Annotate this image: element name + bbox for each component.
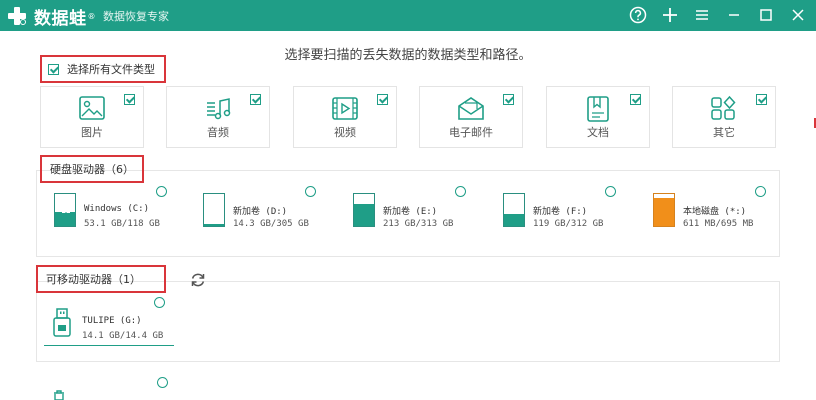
drive-name: 本地磁盘 (*:) — [683, 207, 747, 217]
drive-name: 新加卷 (F:) — [533, 207, 588, 217]
drive-size: 14.3 GB/305 GB — [233, 219, 309, 229]
file-type-label: 其它 — [713, 126, 735, 139]
title-bar: 数据蛙 ® 数据恢复专家 — [0, 0, 816, 31]
maximize-icon[interactable] — [756, 5, 776, 25]
drive-local[interactable]: 本地磁盘 (*:) 611 MB/695 MB — [653, 186, 793, 246]
selection-underline — [44, 345, 174, 346]
drive-radio[interactable] — [157, 377, 168, 388]
drive-name: 新加卷 (E:) — [383, 207, 438, 217]
drive-radio[interactable] — [305, 186, 316, 197]
drive-radio[interactable] — [455, 186, 466, 197]
drive-size: 611 MB/695 MB — [683, 219, 754, 229]
drive-size: 119 GB/312 GB — [533, 219, 604, 229]
email-checkbox[interactable] — [503, 94, 514, 105]
logo-cross-icon — [6, 5, 28, 27]
file-type-label: 文档 — [587, 126, 609, 139]
drive-icon — [503, 193, 525, 227]
hdd-section-header: 硬盘驱动器（6） — [40, 155, 144, 183]
file-type-other[interactable]: 其它 — [672, 86, 776, 148]
drive-size: 14.1 GB/14.4 GB — [82, 331, 164, 341]
select-all-label: 选择所有文件类型 — [67, 63, 155, 76]
minimize-icon[interactable] — [724, 5, 744, 25]
drive-icon — [353, 193, 375, 227]
trash-icon — [54, 390, 64, 400]
drive-radio-selected[interactable] — [154, 297, 165, 308]
drive-d[interactable]: 新加卷 (D:) 14.3 GB/305 GB — [203, 186, 343, 246]
windows-logo-icon — [62, 205, 70, 213]
usb-drive-icon — [53, 308, 71, 337]
drive-radio[interactable] — [755, 186, 766, 197]
video-checkbox[interactable] — [377, 94, 388, 105]
image-icon — [79, 96, 105, 120]
app-subtitle: 数据恢复专家 — [103, 10, 169, 23]
drive-name: 新加卷 (D:) — [233, 207, 288, 217]
document-checkbox[interactable] — [630, 94, 641, 105]
file-type-video[interactable]: 视频 — [293, 86, 397, 148]
removable-section-header: 可移动驱动器（1） — [36, 265, 166, 293]
logo-text: 数据蛙 — [34, 8, 87, 29]
file-type-label: 视频 — [334, 126, 356, 139]
refresh-icon[interactable] — [189, 271, 207, 289]
close-icon[interactable] — [788, 5, 808, 25]
drive-radio[interactable] — [605, 186, 616, 197]
email-icon — [458, 97, 484, 120]
help-icon[interactable] — [628, 5, 648, 25]
file-type-document[interactable]: 文档 — [546, 86, 650, 148]
drive-radio[interactable] — [156, 186, 167, 197]
file-type-audio[interactable]: 音频 — [166, 86, 270, 148]
other-icon — [711, 95, 736, 120]
file-type-label: 图片 — [81, 126, 103, 139]
document-icon — [587, 96, 609, 122]
drive-size: 53.1 GB/118 GB — [84, 219, 160, 229]
drive-icon — [653, 193, 675, 227]
select-all-file-types[interactable]: 选择所有文件类型 — [40, 55, 166, 83]
video-icon — [332, 97, 358, 120]
file-type-list: 图片 音频 视频 电子邮件 文档 其它 — [40, 86, 776, 148]
drive-name: TULIPE (G:) — [82, 316, 142, 326]
drive-name: Windows (C:) — [84, 204, 150, 214]
file-type-label: 电子邮件 — [449, 126, 493, 139]
app-logo: 数据蛙 ® — [6, 4, 96, 29]
drive-size: 213 GB/313 GB — [383, 219, 454, 229]
audio-checkbox[interactable] — [250, 94, 261, 105]
menu-icon[interactable] — [692, 5, 712, 25]
file-type-label: 音频 — [207, 126, 229, 139]
other-checkbox[interactable] — [756, 94, 767, 105]
audio-icon — [207, 98, 231, 120]
image-checkbox[interactable] — [124, 94, 135, 105]
drive-tulipe[interactable]: TULIPE (G:) 14.1 GB/14.4 GB — [52, 296, 176, 348]
plus-icon[interactable] — [660, 5, 680, 25]
select-all-checkbox[interactable] — [48, 63, 59, 75]
drive-e[interactable]: 新加卷 (E:) 213 GB/313 GB — [353, 186, 493, 246]
logo-registered: ® — [87, 11, 96, 21]
drive-c[interactable]: Windows (C:) 53.1 GB/118 GB — [54, 186, 194, 246]
file-type-email[interactable]: 电子邮件 — [419, 86, 523, 148]
drive-f[interactable]: 新加卷 (F:) 119 GB/312 GB — [503, 186, 643, 246]
file-type-image[interactable]: 图片 — [40, 86, 144, 148]
drive-icon — [203, 193, 225, 227]
